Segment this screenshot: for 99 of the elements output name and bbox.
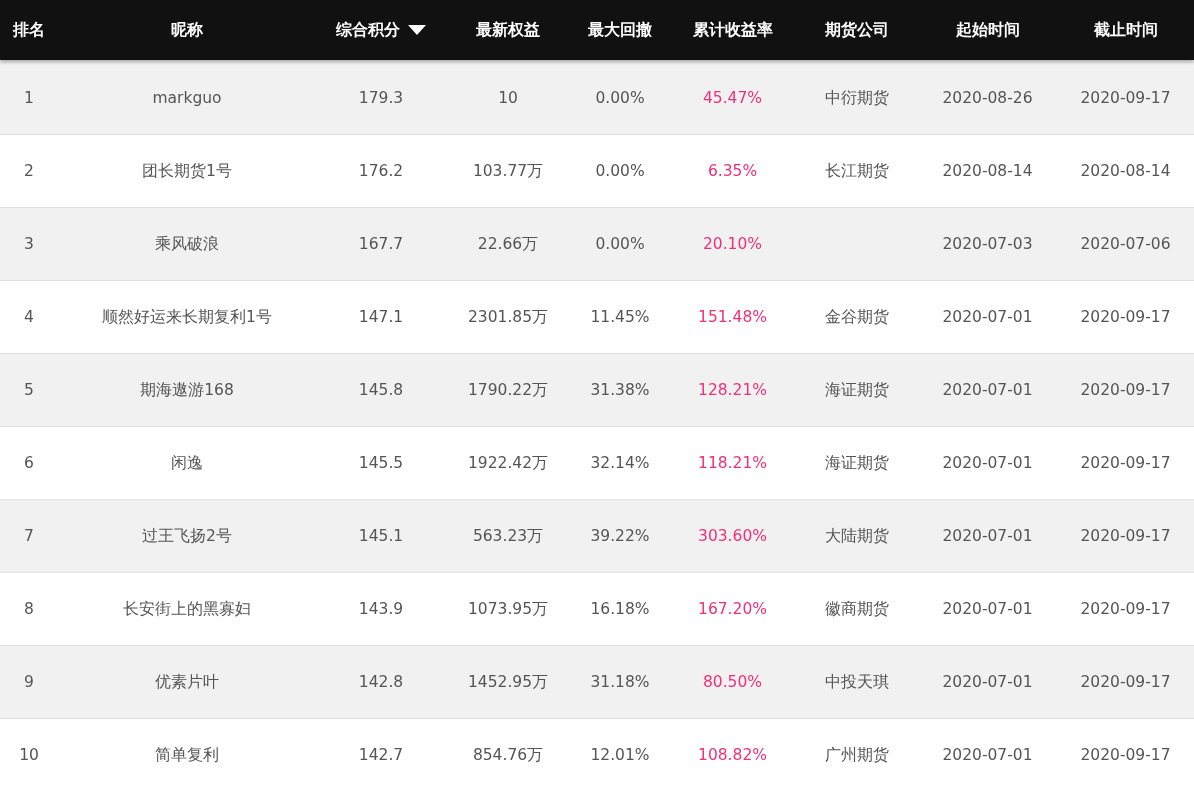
nickname-cell: 团长期货1号 bbox=[142, 160, 232, 182]
start-date-cell: 2020-07-01 bbox=[942, 673, 1033, 691]
equity-cell: 2301.85万 bbox=[467, 306, 549, 328]
company-cell: 长江期货 bbox=[824, 160, 889, 182]
score-cell: 145.1 bbox=[358, 527, 404, 545]
start-date-cell: 2020-07-01 bbox=[942, 381, 1033, 399]
drawdown-cell: 0.00% bbox=[595, 89, 645, 107]
equity-cell: 563.23万 bbox=[472, 525, 544, 547]
drawdown-cell: 12.01% bbox=[590, 746, 650, 764]
nickname-cell: 顺然好运来长期复利1号 bbox=[102, 306, 272, 328]
nickname-cell: 期海遨游168 bbox=[140, 379, 234, 401]
column-header[interactable]: 期货公司 bbox=[824, 19, 889, 41]
end-date-cell: 2020-09-17 bbox=[1080, 527, 1171, 545]
company-cell: 广州期货 bbox=[824, 744, 889, 766]
company-cell: 大陆期货 bbox=[824, 525, 889, 547]
end-date-cell: 2020-09-17 bbox=[1080, 673, 1171, 691]
drawdown-cell: 32.14% bbox=[590, 454, 650, 472]
nickname-cell: 长安街上的黑寡妇 bbox=[123, 598, 251, 620]
equity-cell: 1073.95万 bbox=[467, 598, 549, 620]
drawdown-cell: 0.00% bbox=[595, 162, 645, 180]
column-header[interactable]: 累计收益率 bbox=[692, 19, 773, 41]
rank-cell: 4 bbox=[24, 308, 34, 326]
return-cell: 6.35% bbox=[707, 162, 758, 180]
drawdown-cell: 31.18% bbox=[590, 673, 650, 691]
rank-cell: 3 bbox=[24, 235, 34, 253]
equity-cell: 854.76万 bbox=[472, 744, 544, 766]
end-date-cell: 2020-09-17 bbox=[1080, 746, 1171, 764]
return-cell: 128.21% bbox=[698, 381, 767, 399]
start-date-cell: 2020-07-03 bbox=[942, 235, 1033, 253]
nickname-cell: 过王飞扬2号 bbox=[142, 525, 232, 547]
score-cell: 145.8 bbox=[358, 381, 404, 399]
score-cell: 176.2 bbox=[358, 162, 404, 180]
start-date-cell: 2020-07-01 bbox=[942, 527, 1033, 545]
score-cell: 142.7 bbox=[358, 746, 404, 764]
end-date-cell: 2020-09-17 bbox=[1080, 381, 1171, 399]
rank-cell: 7 bbox=[24, 527, 34, 545]
column-header[interactable]: 最新权益 bbox=[476, 19, 540, 41]
end-date-cell: 2020-07-06 bbox=[1080, 235, 1171, 253]
rank-cell: 1 bbox=[24, 89, 34, 107]
start-date-cell: 2020-07-01 bbox=[942, 308, 1033, 326]
drawdown-cell: 11.45% bbox=[590, 308, 650, 326]
start-date-cell: 2020-08-26 bbox=[942, 89, 1033, 107]
company-cell: 中衍期货 bbox=[824, 87, 889, 109]
start-date-cell: 2020-07-01 bbox=[942, 454, 1033, 472]
return-cell: 167.20% bbox=[698, 600, 767, 618]
equity-cell: 1922.42万 bbox=[467, 452, 549, 474]
column-header[interactable]: 截止时间 bbox=[1093, 19, 1158, 41]
score-cell: 145.5 bbox=[358, 454, 404, 472]
company-cell: 海证期货 bbox=[824, 452, 889, 474]
start-date-cell: 2020-07-01 bbox=[942, 746, 1033, 764]
rank-cell: 2 bbox=[24, 162, 34, 180]
column-header[interactable]: 昵称 bbox=[171, 19, 203, 41]
score-cell: 142.8 bbox=[358, 673, 404, 691]
rank-cell: 8 bbox=[24, 600, 34, 618]
company-cell: 金谷期货 bbox=[824, 306, 889, 328]
column-header[interactable]: 起始时间 bbox=[955, 19, 1020, 41]
return-cell: 303.60% bbox=[698, 527, 767, 545]
equity-cell: 1452.95万 bbox=[467, 671, 549, 693]
equity-cell: 10 bbox=[498, 89, 518, 107]
return-cell: 45.47% bbox=[702, 89, 763, 107]
start-date-cell: 2020-08-14 bbox=[942, 162, 1033, 180]
end-date-cell: 2020-09-17 bbox=[1080, 600, 1171, 618]
company-cell: 徽商期货 bbox=[824, 598, 889, 620]
rank-cell: 10 bbox=[19, 746, 39, 764]
score-cell: 147.1 bbox=[358, 308, 404, 326]
end-date-cell: 2020-08-14 bbox=[1080, 162, 1171, 180]
start-date-cell: 2020-07-01 bbox=[942, 600, 1033, 618]
equity-cell: 1790.22万 bbox=[467, 379, 549, 401]
return-cell: 80.50% bbox=[702, 673, 763, 691]
return-cell: 118.21% bbox=[698, 454, 767, 472]
end-date-cell: 2020-09-17 bbox=[1080, 89, 1171, 107]
return-cell: 108.82% bbox=[698, 746, 767, 764]
equity-cell: 22.66万 bbox=[477, 233, 539, 255]
nickname-cell: markguo bbox=[152, 89, 222, 107]
nickname-cell: 闲逸 bbox=[171, 452, 203, 474]
rank-cell: 9 bbox=[24, 673, 34, 691]
nickname-cell: 优素片叶 bbox=[155, 671, 219, 693]
end-date-cell: 2020-09-17 bbox=[1080, 454, 1171, 472]
end-date-cell: 2020-09-17 bbox=[1080, 308, 1171, 326]
company-cell: 海证期货 bbox=[824, 379, 889, 401]
sort-descending-icon[interactable] bbox=[408, 25, 426, 35]
drawdown-cell: 0.00% bbox=[595, 235, 645, 253]
equity-cell: 103.77万 bbox=[472, 160, 544, 182]
return-cell: 20.10% bbox=[702, 235, 763, 253]
nickname-cell: 简单复利 bbox=[155, 744, 219, 766]
column-header[interactable]: 排名 bbox=[13, 19, 45, 41]
drawdown-cell: 16.18% bbox=[590, 600, 650, 618]
score-cell: 179.3 bbox=[358, 89, 404, 107]
score-cell: 143.9 bbox=[358, 600, 404, 618]
nickname-cell: 乘风破浪 bbox=[155, 233, 219, 255]
column-header[interactable]: 最大回撤 bbox=[588, 19, 652, 41]
return-cell: 151.48% bbox=[698, 308, 767, 326]
column-header[interactable]: 综合积分 bbox=[336, 19, 426, 41]
rank-cell: 5 bbox=[24, 381, 34, 399]
drawdown-cell: 39.22% bbox=[590, 527, 650, 545]
company-cell: 中投天琪 bbox=[824, 671, 889, 693]
rank-cell: 6 bbox=[24, 454, 34, 472]
drawdown-cell: 31.38% bbox=[590, 381, 650, 399]
score-cell: 167.7 bbox=[358, 235, 404, 253]
